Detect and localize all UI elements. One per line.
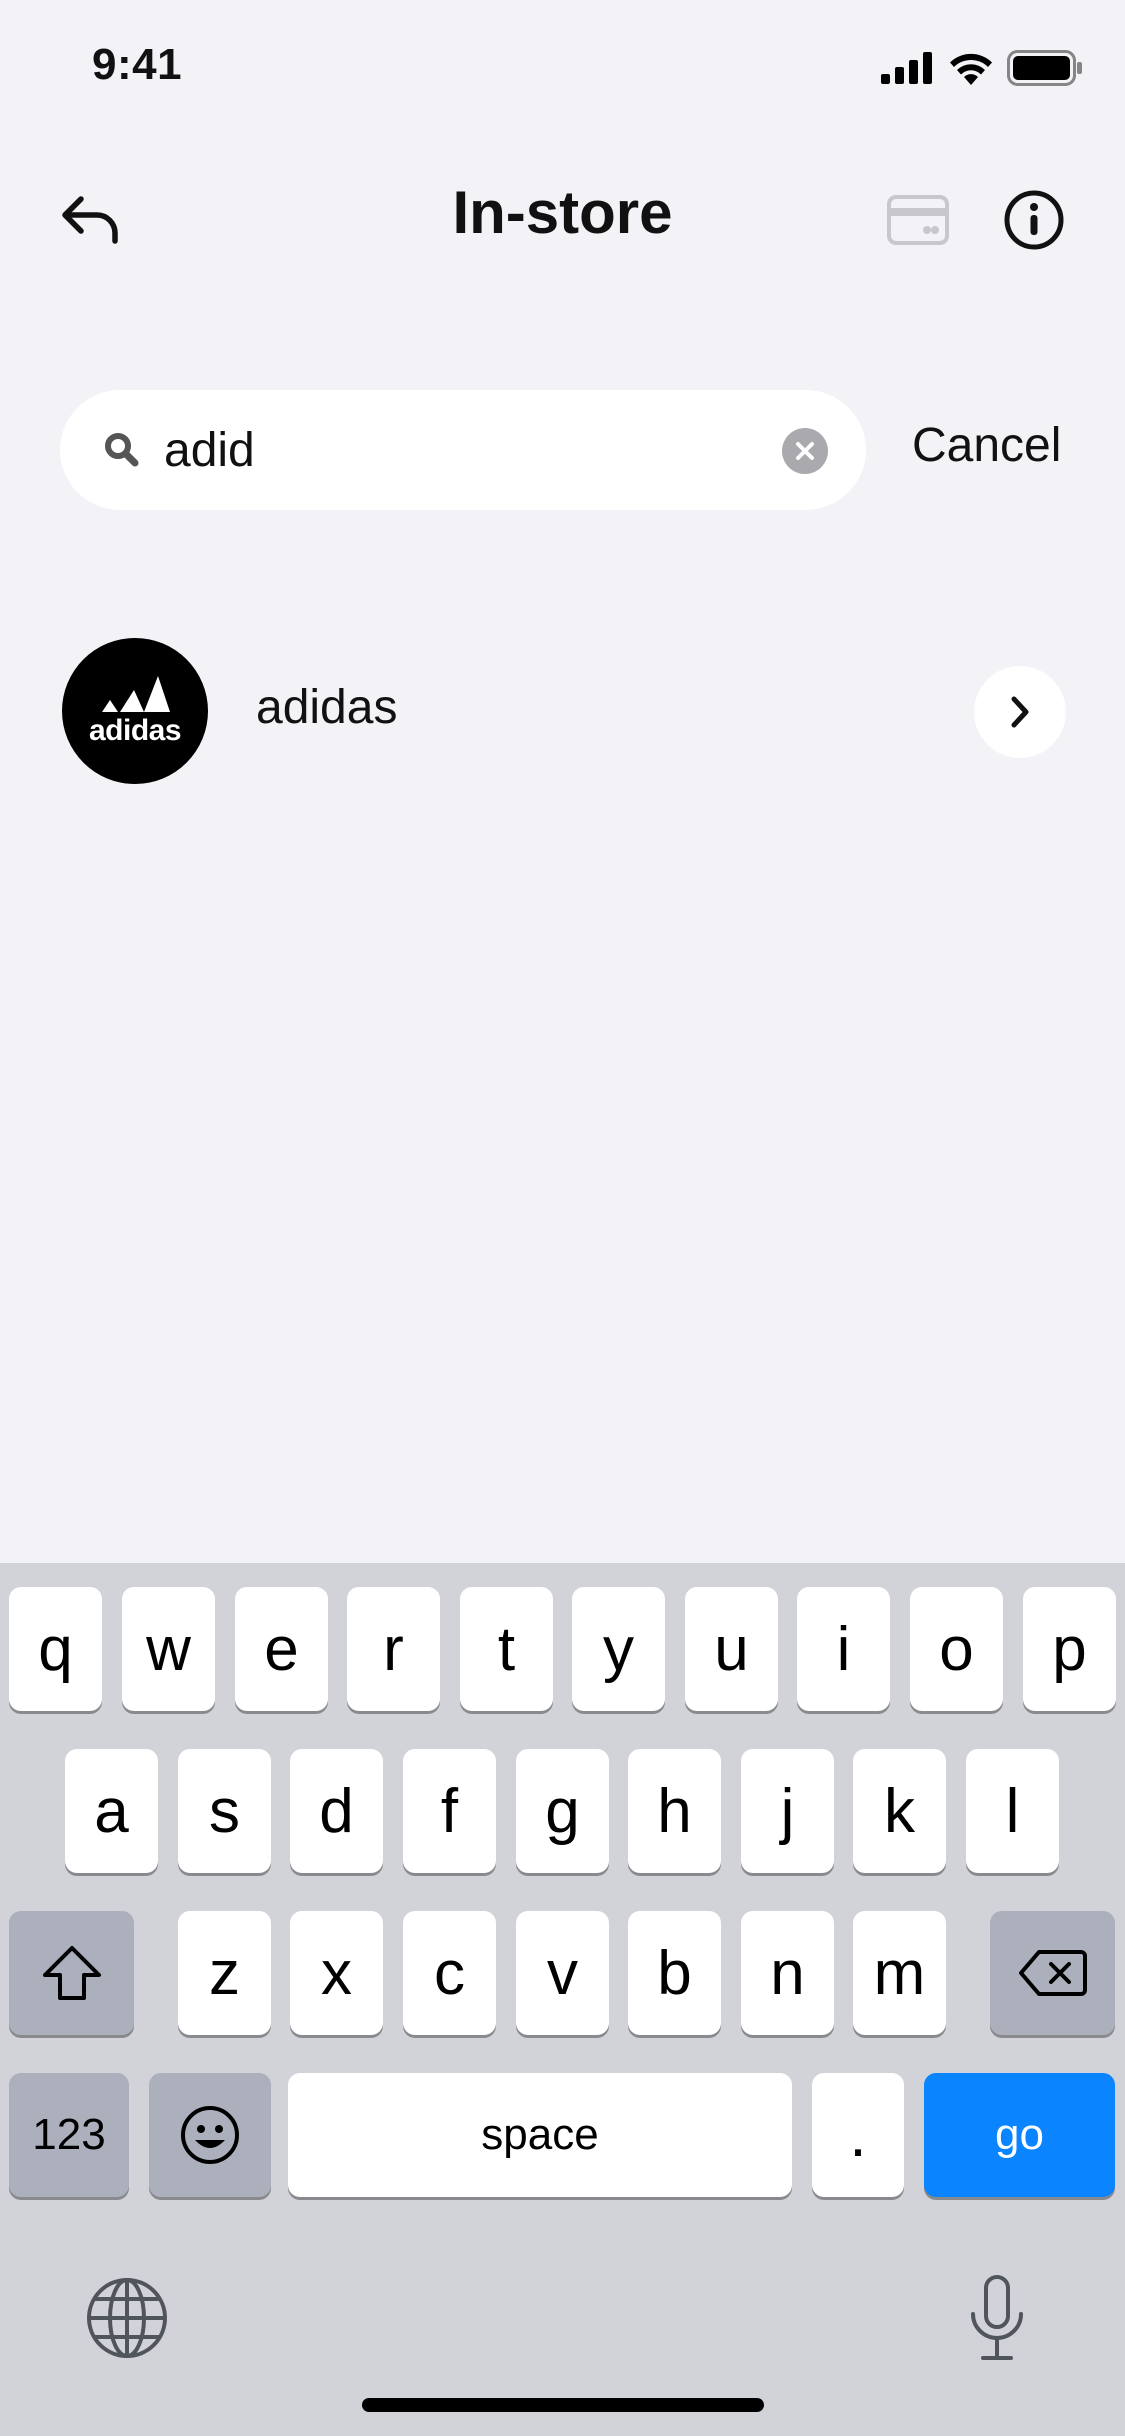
status-time: 9:41 [92, 40, 183, 89]
search-input[interactable] [164, 410, 764, 490]
microphone-icon [971, 2275, 1023, 2360]
period-key[interactable]: . [812, 2073, 904, 2197]
key-i[interactable]: i [797, 1587, 890, 1711]
clear-search-button[interactable] [782, 428, 828, 474]
dictation-button[interactable] [952, 2263, 1042, 2373]
credit-card-icon [887, 195, 949, 245]
space-key[interactable]: space [288, 2073, 792, 2197]
key-c[interactable]: c [403, 1911, 496, 2035]
open-result-button[interactable] [974, 666, 1066, 758]
key-o[interactable]: o [910, 1587, 1003, 1711]
status-icons [881, 50, 1083, 86]
adidas-stripes-icon [102, 676, 170, 712]
key-k[interactable]: k [853, 1749, 946, 1873]
key-q[interactable]: q [9, 1587, 102, 1711]
delete-key[interactable] [990, 1911, 1115, 2035]
key-g[interactable]: g [516, 1749, 609, 1873]
key-b[interactable]: b [628, 1911, 721, 2035]
key-h[interactable]: h [628, 1749, 721, 1873]
cellular-signal-icon [881, 52, 932, 84]
info-button[interactable] [994, 180, 1074, 260]
adidas-logo: adidas [62, 638, 208, 784]
key-a[interactable]: a [65, 1749, 158, 1873]
key-d[interactable]: d [290, 1749, 383, 1873]
card-button[interactable] [878, 180, 958, 260]
clear-x-icon [796, 442, 814, 460]
key-s[interactable]: s [178, 1749, 271, 1873]
info-icon [1004, 190, 1064, 250]
key-l[interactable]: l [966, 1749, 1059, 1873]
key-y[interactable]: y [572, 1587, 665, 1711]
logo-wordmark: adidas [88, 714, 182, 747]
home-indicator [362, 2398, 764, 2412]
wifi-icon [950, 53, 992, 85]
backspace-icon [1018, 1950, 1087, 1996]
key-v[interactable]: v [516, 1911, 609, 2035]
key-r[interactable]: r [347, 1587, 440, 1711]
key-m[interactable]: m [853, 1911, 946, 2035]
key-z[interactable]: z [178, 1911, 271, 2035]
key-n[interactable]: n [741, 1911, 834, 2035]
key-t[interactable]: t [460, 1587, 553, 1711]
globe-icon [87, 2278, 167, 2358]
search-icon [105, 433, 139, 467]
battery-icon [1007, 50, 1082, 86]
globe-button[interactable] [82, 2273, 172, 2363]
key-j[interactable]: j [741, 1749, 834, 1873]
emoji-key[interactable] [149, 2073, 271, 2197]
result-name: adidas [256, 681, 398, 734]
chevron-right-icon [1011, 696, 1029, 728]
go-key[interactable]: go [924, 2073, 1115, 2197]
key-x[interactable]: x [290, 1911, 383, 2035]
key-e[interactable]: e [235, 1587, 328, 1711]
key-p[interactable]: p [1023, 1587, 1116, 1711]
key-f[interactable]: f [403, 1749, 496, 1873]
cancel-button[interactable]: Cancel [912, 418, 1061, 473]
result-row-adidas[interactable] [60, 636, 1065, 786]
emoji-face-icon [181, 2106, 239, 2164]
shift-arrow-icon [42, 1946, 101, 2000]
numbers-key[interactable]: 123 [9, 2073, 129, 2197]
key-w[interactable]: w [122, 1587, 215, 1711]
keyboard: q w e r t y u i o p a s d f g h j k l z … [0, 1563, 1125, 2436]
shift-key[interactable] [9, 1911, 134, 2035]
key-u[interactable]: u [685, 1587, 778, 1711]
